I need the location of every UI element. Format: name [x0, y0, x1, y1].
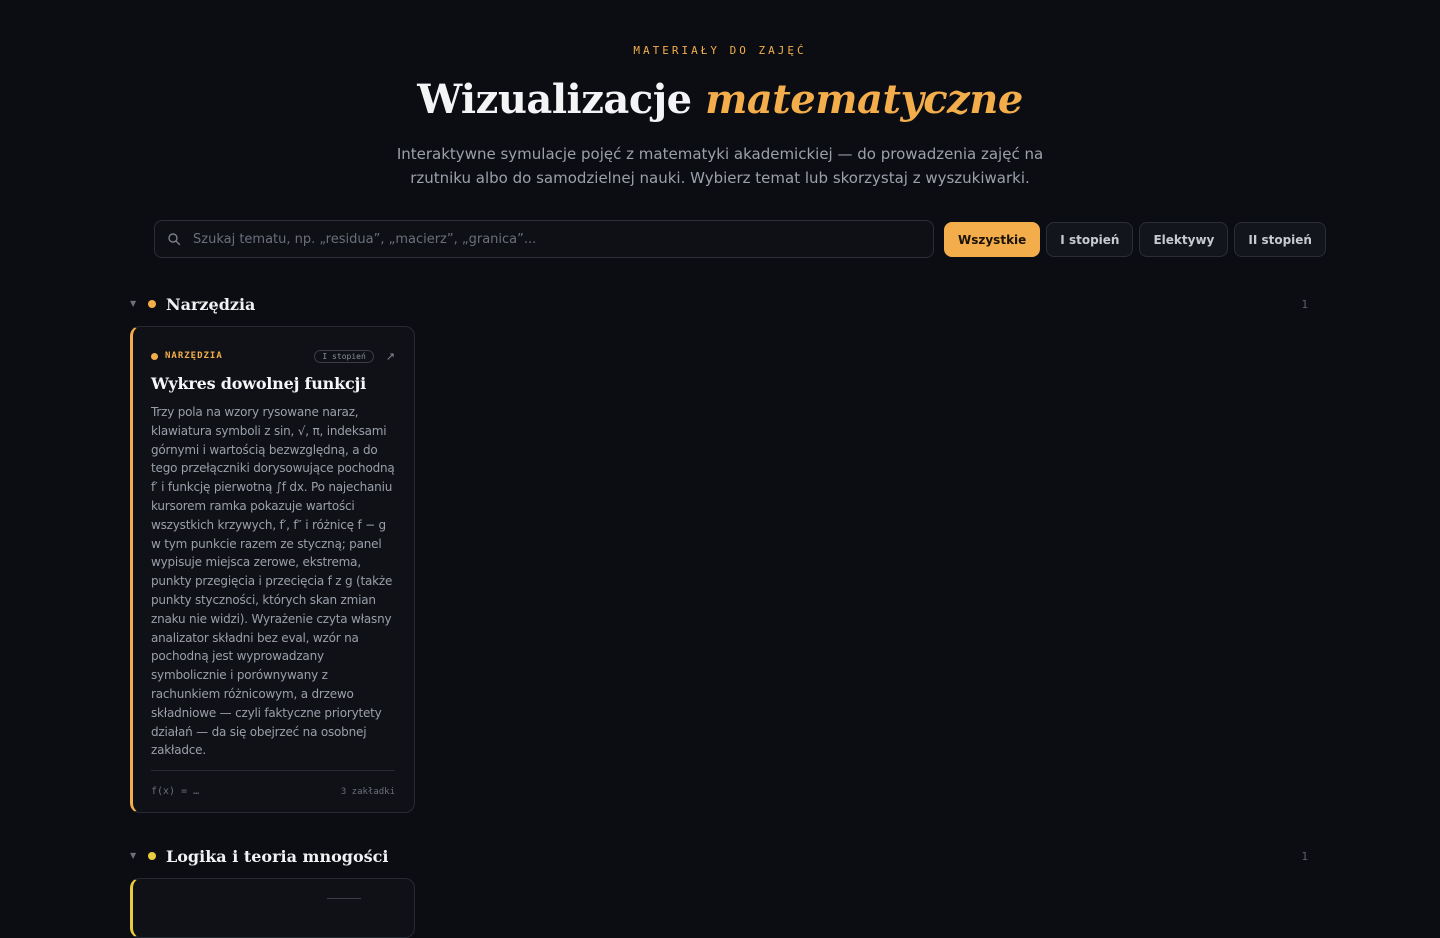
section-header-logic[interactable]: ▼ Logika i teoria mnogości 1	[130, 844, 1310, 868]
category-dot	[151, 352, 158, 360]
chevron-down-icon[interactable]: ▼	[130, 852, 138, 860]
filter-first-degree-button[interactable]: I stopień	[1046, 222, 1134, 257]
card-title: Wykres dowolnej funkcji	[151, 374, 366, 393]
page-title: Wizualizacje matematyczne	[0, 76, 1440, 123]
topic-card[interactable]: NARZĘDZIA I stopień ↗ Wykres dowolnej fu…	[130, 326, 415, 814]
eyebrow-label: MATERIAŁY DO ZAJĘĆ	[633, 44, 807, 57]
search-bar[interactable]	[154, 220, 934, 258]
card-description: Trzy pola na wzory rysowane naraz, klawi…	[151, 405, 395, 758]
section-count: 1	[1301, 297, 1308, 311]
section-dot	[148, 300, 156, 308]
card-header: NARZĘDZIA I stopień ↗	[151, 347, 395, 365]
section-header-tools[interactable]: ▼ Narzędzia 1	[130, 292, 1310, 316]
chevron-down-icon[interactable]: ▼	[130, 300, 138, 308]
filter-second-degree-button[interactable]: II stopień	[1234, 222, 1326, 257]
level-badge: I stopień	[314, 349, 374, 363]
topic-card[interactable]	[130, 878, 415, 938]
filter-all-button[interactable]: Wszystkie	[944, 222, 1041, 257]
card-footer: f(x) = … 3 zakładki	[151, 770, 395, 812]
filter-group: Wszystkie I stopień Elektywy II stopień	[944, 222, 1326, 257]
filter-electives-button[interactable]: Elektywy	[1139, 222, 1229, 257]
section-dot	[148, 852, 156, 860]
section-title: Logika i teoria mnogości	[166, 846, 389, 866]
card-tab-count: 3 zakładki	[340, 786, 395, 797]
card-formula: f(x) = …	[151, 786, 200, 798]
page-title-main: Wizualizacje	[417, 76, 692, 123]
section-title: Narzędzia	[166, 294, 256, 314]
page-title-accent: matematyczne	[705, 76, 1023, 123]
external-link-icon[interactable]: ↗	[386, 350, 395, 363]
card-category: NARZĘDZIA	[165, 351, 223, 361]
page-subtitle: Interaktywne symulacje pojęć z matematyk…	[396, 145, 1044, 187]
section-count: 1	[1301, 849, 1308, 863]
search-icon	[168, 233, 181, 246]
search-input[interactable]	[191, 222, 911, 256]
